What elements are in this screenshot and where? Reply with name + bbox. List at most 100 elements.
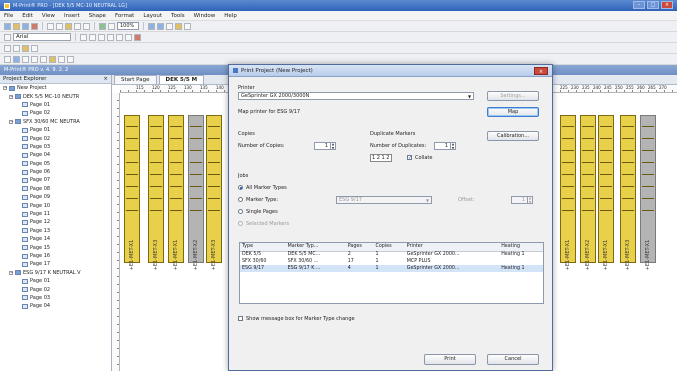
tree-page[interactable]: Page 01 xyxy=(0,101,111,109)
tree-page[interactable]: Page 06 xyxy=(0,168,111,176)
tree-page[interactable]: Page 01 xyxy=(0,277,111,285)
column-header[interactable]: Pages xyxy=(345,243,374,252)
column-header[interactable]: Marker Typ... xyxy=(285,243,346,252)
tree-page[interactable]: Page 12 xyxy=(0,218,111,226)
expand-icon[interactable]: − xyxy=(9,94,13,99)
underline-icon[interactable] xyxy=(98,33,105,41)
table-row[interactable]: ESG 9/17 ESG 9/17 K ... 4 1 GeSprinter GX 20… xyxy=(240,265,543,272)
column-header[interactable]: Type xyxy=(240,243,286,252)
marker-strip[interactable]: +E1-MET-X3 xyxy=(148,115,164,270)
tree-folder[interactable]: − SFX 30/60 MC NEUTRA xyxy=(0,118,111,126)
collate-checkbox[interactable]: ✓ xyxy=(407,155,412,161)
marker-strip[interactable]: +E1-MET-X3 xyxy=(206,115,222,270)
tree-page[interactable]: Page 11 xyxy=(0,210,111,218)
expand-icon[interactable]: − xyxy=(9,119,13,124)
text-color-icon[interactable] xyxy=(134,33,141,41)
tree-page[interactable]: Page 16 xyxy=(0,252,111,260)
expand-icon[interactable]: − xyxy=(9,270,13,275)
table-icon[interactable] xyxy=(67,55,74,63)
save-icon[interactable] xyxy=(22,22,29,30)
import-icon[interactable] xyxy=(175,22,182,30)
new-icon[interactable] xyxy=(4,22,11,30)
spin-arrows-icon[interactable]: ▲ ▼ xyxy=(450,143,455,149)
rectangle-icon[interactable] xyxy=(13,55,20,63)
bold-icon[interactable] xyxy=(80,33,87,41)
align-center-icon[interactable] xyxy=(116,33,123,41)
paste-icon[interactable] xyxy=(65,22,72,30)
marker-strip[interactable]: +E1-MET-X2 xyxy=(188,115,204,270)
polygon-icon[interactable] xyxy=(31,55,38,63)
num-copies-stepper[interactable]: 1 ▲ ▼ xyxy=(314,142,336,150)
tree-folder[interactable]: − DEK 5/5 MC-10 NEUTR xyxy=(0,92,111,100)
zoom-out-icon[interactable] xyxy=(157,22,164,30)
tree-page[interactable]: Page 02 xyxy=(0,134,111,142)
menu-format[interactable]: Format xyxy=(115,13,134,19)
close-icon[interactable]: × xyxy=(103,75,108,83)
marker-strip[interactable]: +E1-MET-X1 xyxy=(598,115,614,270)
settings-button[interactable]: Settings... xyxy=(487,91,539,101)
open-icon[interactable] xyxy=(13,22,20,30)
pointer-icon[interactable] xyxy=(99,22,106,30)
menu-file[interactable]: File xyxy=(4,13,13,19)
marker-strip[interactable]: +E1-MET-X1 xyxy=(640,115,656,270)
offset-stepper[interactable]: 1 ▲ ▼ xyxy=(511,196,533,204)
column-header[interactable]: Heating xyxy=(499,243,543,252)
marker-strip[interactable]: +E1-MET-X1 xyxy=(124,115,140,270)
minimize-icon[interactable]: – xyxy=(633,1,645,9)
close-icon[interactable]: × xyxy=(661,1,673,9)
print-jobs-table[interactable]: Type Marker Typ... Pages Copies Printer Heati… xyxy=(239,242,544,304)
menu-insert[interactable]: Insert xyxy=(64,13,80,19)
line-style-icon[interactable] xyxy=(4,44,11,52)
spin-arrows-icon[interactable]: ▲ ▼ xyxy=(330,143,335,149)
select-icon[interactable] xyxy=(4,55,11,63)
marker-type-select[interactable]: ESG 9/17 ▼ xyxy=(336,196,432,204)
marker-strip[interactable]: +E1-MET-X1 xyxy=(560,115,576,270)
tree-page[interactable]: Page 05 xyxy=(0,160,111,168)
sort-icon[interactable] xyxy=(184,22,191,30)
zoom-in-icon[interactable] xyxy=(148,22,155,30)
spin-arrows-icon[interactable]: ▲ ▼ xyxy=(527,197,532,203)
tree-page[interactable]: Page 07 xyxy=(0,176,111,184)
align-right-icon[interactable] xyxy=(125,33,132,41)
barcode-icon[interactable] xyxy=(58,55,65,63)
grid-icon[interactable] xyxy=(166,22,173,30)
all-marker-types-radio[interactable] xyxy=(238,185,243,190)
tree-page[interactable]: Page 10 xyxy=(0,201,111,209)
tree-page[interactable]: Page 02 xyxy=(0,109,111,117)
tree-page[interactable]: Page 01 xyxy=(0,126,111,134)
menu-tools[interactable]: Tools xyxy=(171,13,185,19)
marker-strip[interactable]: +E1-MET-X3 xyxy=(620,115,636,270)
print-icon[interactable] xyxy=(31,22,38,30)
expand-icon[interactable]: − xyxy=(3,86,7,91)
font-family-select[interactable]: Arial xyxy=(13,33,71,41)
column-header[interactable]: Printer xyxy=(404,243,500,252)
calibration-button[interactable]: Calibration... xyxy=(487,131,539,141)
undo-icon[interactable] xyxy=(74,22,81,30)
menu-edit[interactable]: Edit xyxy=(22,13,33,19)
tree-page[interactable]: Page 08 xyxy=(0,185,111,193)
marker-strip[interactable]: +E1-MET-X1 xyxy=(168,115,184,270)
tree-page[interactable]: Page 09 xyxy=(0,193,111,201)
italic-icon[interactable] xyxy=(89,33,96,41)
tree-folder[interactable]: − New Project xyxy=(0,84,111,92)
printer-select[interactable]: GeSprinter GX 2000/3000N ▼ xyxy=(238,92,474,100)
tree-page[interactable]: Page 13 xyxy=(0,227,111,235)
table-row[interactable]: SFX 30/60 SFX 30/60 ... 17 1 MCP PLUS xyxy=(240,258,543,265)
tree-page[interactable]: Page 03 xyxy=(0,143,111,151)
single-pages-radio[interactable] xyxy=(238,209,243,214)
menu-window[interactable]: Window xyxy=(194,13,216,19)
tab-dek[interactable]: DEK 5/5 M xyxy=(158,75,205,84)
cancel-button[interactable]: Cancel xyxy=(487,354,539,365)
align-left-icon[interactable] xyxy=(107,33,114,41)
fill-color-icon[interactable] xyxy=(22,44,29,52)
ellipse-icon[interactable] xyxy=(22,55,29,63)
copy-icon[interactable] xyxy=(56,22,63,30)
table-row[interactable]: DEK 5/5 DEK 5/5 MC... 2 1 GeSprinter GX 2000… xyxy=(240,251,543,258)
marker-strip[interactable]: +E1-MET-X2 xyxy=(580,115,596,270)
tree-page[interactable]: Page 03 xyxy=(0,294,111,302)
tree-page[interactable]: Page 04 xyxy=(0,151,111,159)
menu-shape[interactable]: Shape xyxy=(89,13,106,19)
menu-layout[interactable]: Layout xyxy=(143,13,162,19)
line-width-icon[interactable] xyxy=(13,44,20,52)
menu-view[interactable]: View xyxy=(42,13,55,19)
